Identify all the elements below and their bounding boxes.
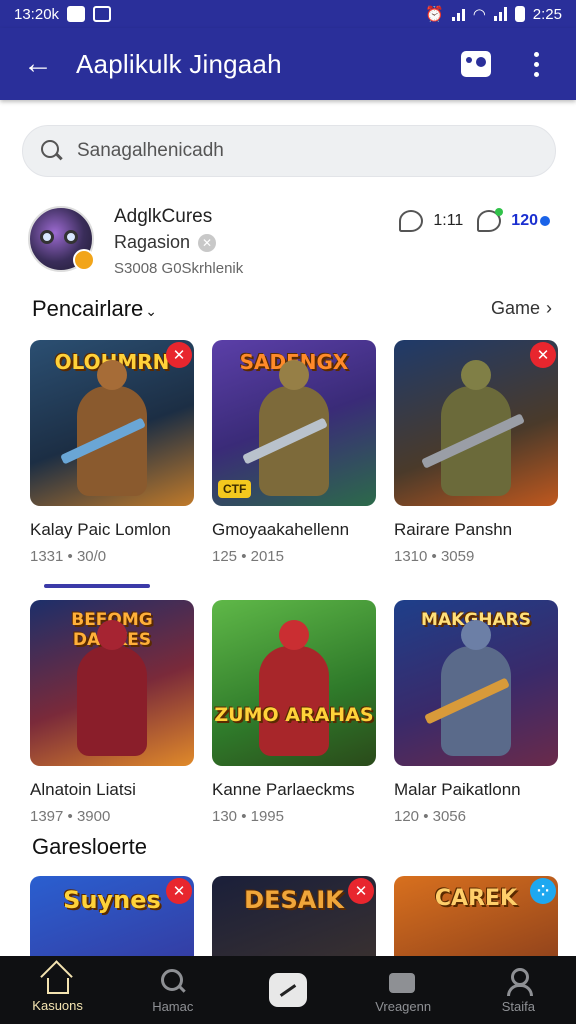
battery-icon (514, 6, 525, 22)
section-1-label: Pencairlare (32, 296, 144, 321)
game-title: Kalay Paic Lomlon (30, 520, 171, 539)
character-figure (259, 646, 329, 756)
section-title-2[interactable]: Garesloerte (32, 834, 147, 860)
bottom-navigation: Kasuons Hamac Vreagenn Staifa (0, 956, 576, 1024)
search-icon (159, 967, 187, 995)
app-bar: ← Aaplikulk Jingaah (0, 28, 576, 100)
profile-subtitle: Ragasion (114, 232, 191, 252)
game-title: Alnatoin Liatsi (30, 780, 136, 799)
notification-icon (67, 6, 86, 22)
section-title-1[interactable]: Pencairlare ⌄ (32, 296, 157, 322)
status-time-left: 13:20k (14, 5, 60, 23)
nav-profile-label: Staifa (501, 998, 535, 1014)
game-title: Kanne Parlaeckms (212, 780, 355, 799)
signal-icon (451, 7, 465, 21)
unread-dot-icon (540, 216, 550, 226)
game-card[interactable]: MAKGHARS Malar Paikatlonn 120 • 3056 (394, 600, 558, 825)
stat-online[interactable]: 120 (477, 208, 550, 232)
game-card[interactable]: BEFOMG DAGKES Alnatoin Liatsi 1397 • 390… (30, 600, 194, 825)
stat-messages[interactable]: 1:11 (399, 210, 463, 232)
profile-stats: 1:11 120 (399, 208, 550, 232)
game-title: Rairare Panshn (394, 520, 513, 539)
bag-icon-wrap (389, 967, 417, 995)
game-meta: 1310 • 3059 (394, 548, 475, 565)
stat-2-value: 120 (511, 212, 538, 229)
game-title: Malar Paikatlonn (394, 780, 521, 799)
compass-icon (268, 973, 307, 1007)
chat-bubble-icon (399, 210, 424, 232)
nav-center[interactable] (233, 973, 343, 1007)
game-thumbnail: MAKGHARS (394, 600, 558, 766)
game-thumbnail: ZUMO ARAHAS (212, 600, 376, 766)
status-time-right: 2:25 (532, 5, 562, 23)
game-thumbnail: BEFOMG DAGKES (30, 600, 194, 766)
game-meta: 1397 • 3900 (30, 808, 111, 825)
user-icon (504, 967, 534, 996)
avatar-eye-icon (64, 230, 78, 244)
camera-icon (461, 51, 491, 77)
game-thumbnail: OLOHMRN ✕ (30, 340, 194, 506)
avatar-badge-icon (73, 249, 95, 271)
close-icon[interactable]: ✕ (198, 233, 217, 252)
more-label: Game (490, 298, 540, 318)
game-meta: 130 • 1995 (212, 808, 284, 825)
avatar-eye-icon (40, 230, 54, 244)
nav-home-label: Kasuons (32, 997, 83, 1013)
tools-icon: ✕ (348, 878, 374, 904)
more-options-button[interactable] (516, 44, 556, 84)
stat-1-value: 1:11 (433, 212, 464, 229)
search-input[interactable] (77, 140, 517, 162)
app-notification-icon (93, 6, 112, 22)
chat-online-icon (477, 208, 504, 232)
tools-icon: ✕ (530, 342, 556, 368)
game-thumbnail: SADENGX CTF (212, 340, 376, 506)
game-badge: CTF (218, 480, 252, 498)
avatar[interactable] (28, 206, 95, 272)
bag-icon (389, 972, 416, 993)
profile-row[interactable]: AdglkCures Ragasion ✕ S3008 G0Skrhlenik … (28, 204, 558, 280)
game-banner: ZUMO ARAHAS (214, 704, 374, 726)
home-icon (46, 977, 69, 994)
tools-icon: ✕ (166, 878, 192, 904)
more-link[interactable]: Game › (491, 298, 552, 319)
game-meta: 1331 • 30/0 (30, 548, 107, 565)
game-card[interactable]: ✕ Rairare Panshn 1310 • 3059 (394, 340, 558, 565)
nav-search[interactable]: Hamac (118, 967, 228, 1014)
nav-search-label: Hamac (152, 998, 194, 1014)
more-vert-icon (533, 51, 539, 77)
camera-button[interactable] (456, 44, 496, 84)
profile-meta: S3008 G0Skrhlenik (114, 260, 244, 277)
wifi-icon: ◠ (472, 6, 486, 23)
game-meta: 120 • 3056 (394, 808, 466, 825)
nav-store[interactable]: Vreagenn (348, 967, 458, 1014)
search-bar[interactable] (22, 125, 556, 177)
game-meta: 125 • 2015 (212, 548, 284, 565)
character-figure (77, 646, 147, 756)
search-icon (41, 140, 63, 162)
tools-icon: ✕ (166, 342, 192, 368)
game-title: Gmoyaakahellenn (212, 520, 350, 539)
game-card[interactable]: ZUMO ARAHAS Kanne Parlaeckms 130 • 1995 (212, 600, 376, 825)
share-icon: ⁘ (530, 878, 556, 904)
chevron-down-icon: ⌄ (145, 303, 158, 319)
game-card[interactable]: SADENGX CTF Gmoyaakahellenn 125 • 2015 (212, 340, 376, 565)
nav-profile[interactable]: Staifa (463, 967, 573, 1014)
nav-store-label: Vreagenn (375, 998, 432, 1014)
nav-home[interactable]: Kasuons (3, 968, 113, 1013)
signal-2-icon (493, 7, 507, 21)
game-card[interactable]: OLOHMRN ✕ Kalay Paic Lomlon 1331 • 30/0 (30, 340, 194, 565)
profile-name: AdglkCures (114, 206, 213, 227)
page-indicator (44, 584, 150, 588)
alarm-icon: ⏰ (425, 6, 444, 23)
arrow-left-icon[interactable]: ← (0, 28, 76, 100)
chevron-right-icon: › (546, 298, 552, 318)
status-bar: 13:20k ⏰ ◠ 2:25 (0, 0, 576, 28)
game-thumbnail: ✕ (394, 340, 558, 506)
page-title: Aaplikulk Jingaah (76, 48, 282, 79)
profile-subtitle-row: Ragasion ✕ (114, 232, 217, 253)
